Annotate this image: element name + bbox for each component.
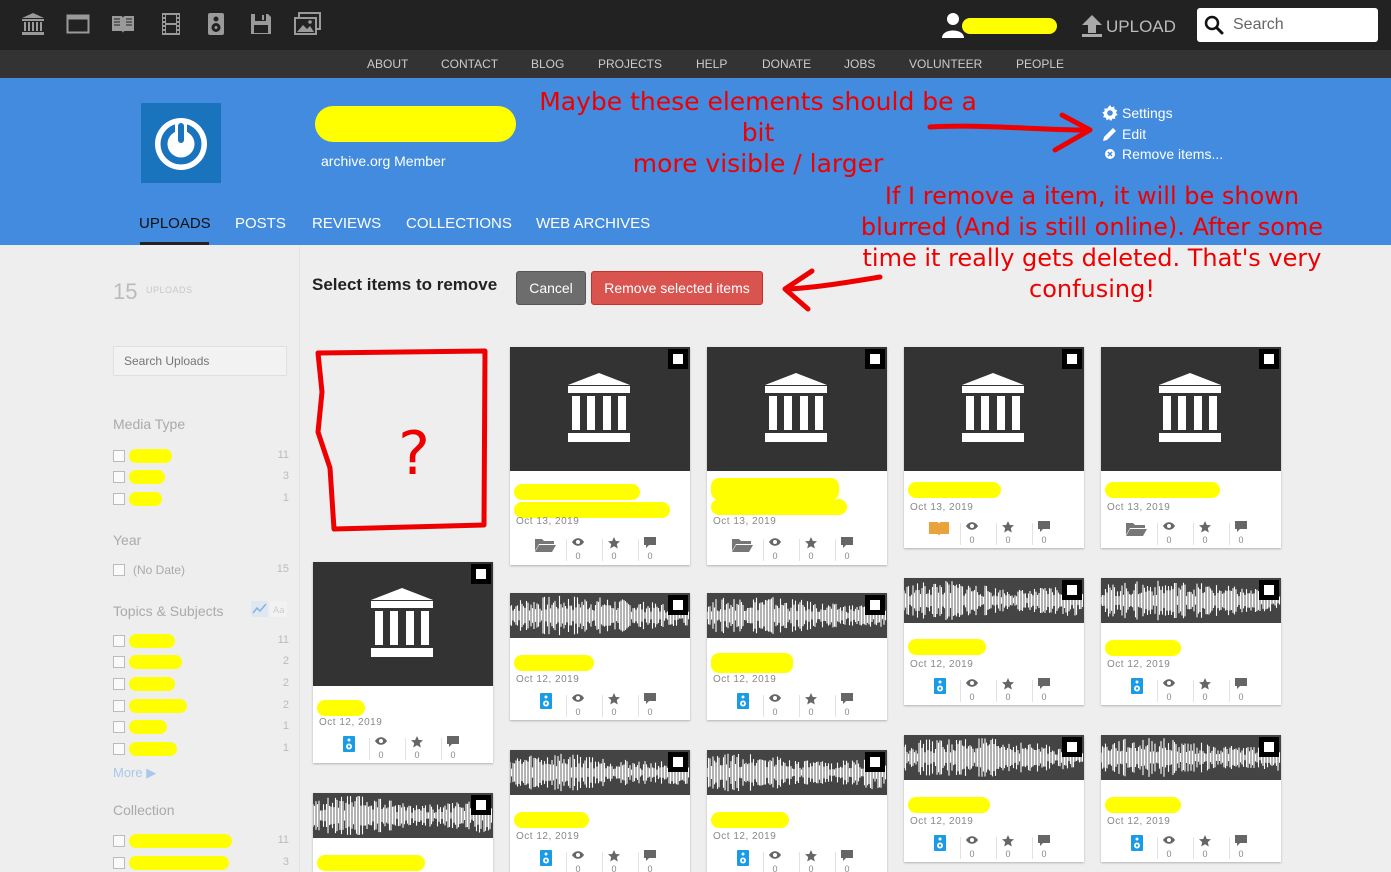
annotation-line: more visible / larger — [632, 149, 884, 178]
annotation-line: time it really gets deleted. That's very — [862, 244, 1322, 272]
annotation-line: confusing! — [1029, 275, 1155, 303]
annotation-line: Maybe these elements should be a bit — [539, 87, 977, 147]
annotation-note-visibility: Maybe these elements should be a bit mor… — [530, 86, 986, 179]
annotation-line: blurred (And is still online). After som… — [860, 213, 1324, 241]
question-mark: ? — [398, 419, 430, 489]
annotation-note-removal: If I remove a item, it will be shown blu… — [858, 181, 1326, 305]
annotation-line: If I remove a item, it will be shown — [884, 182, 1300, 210]
